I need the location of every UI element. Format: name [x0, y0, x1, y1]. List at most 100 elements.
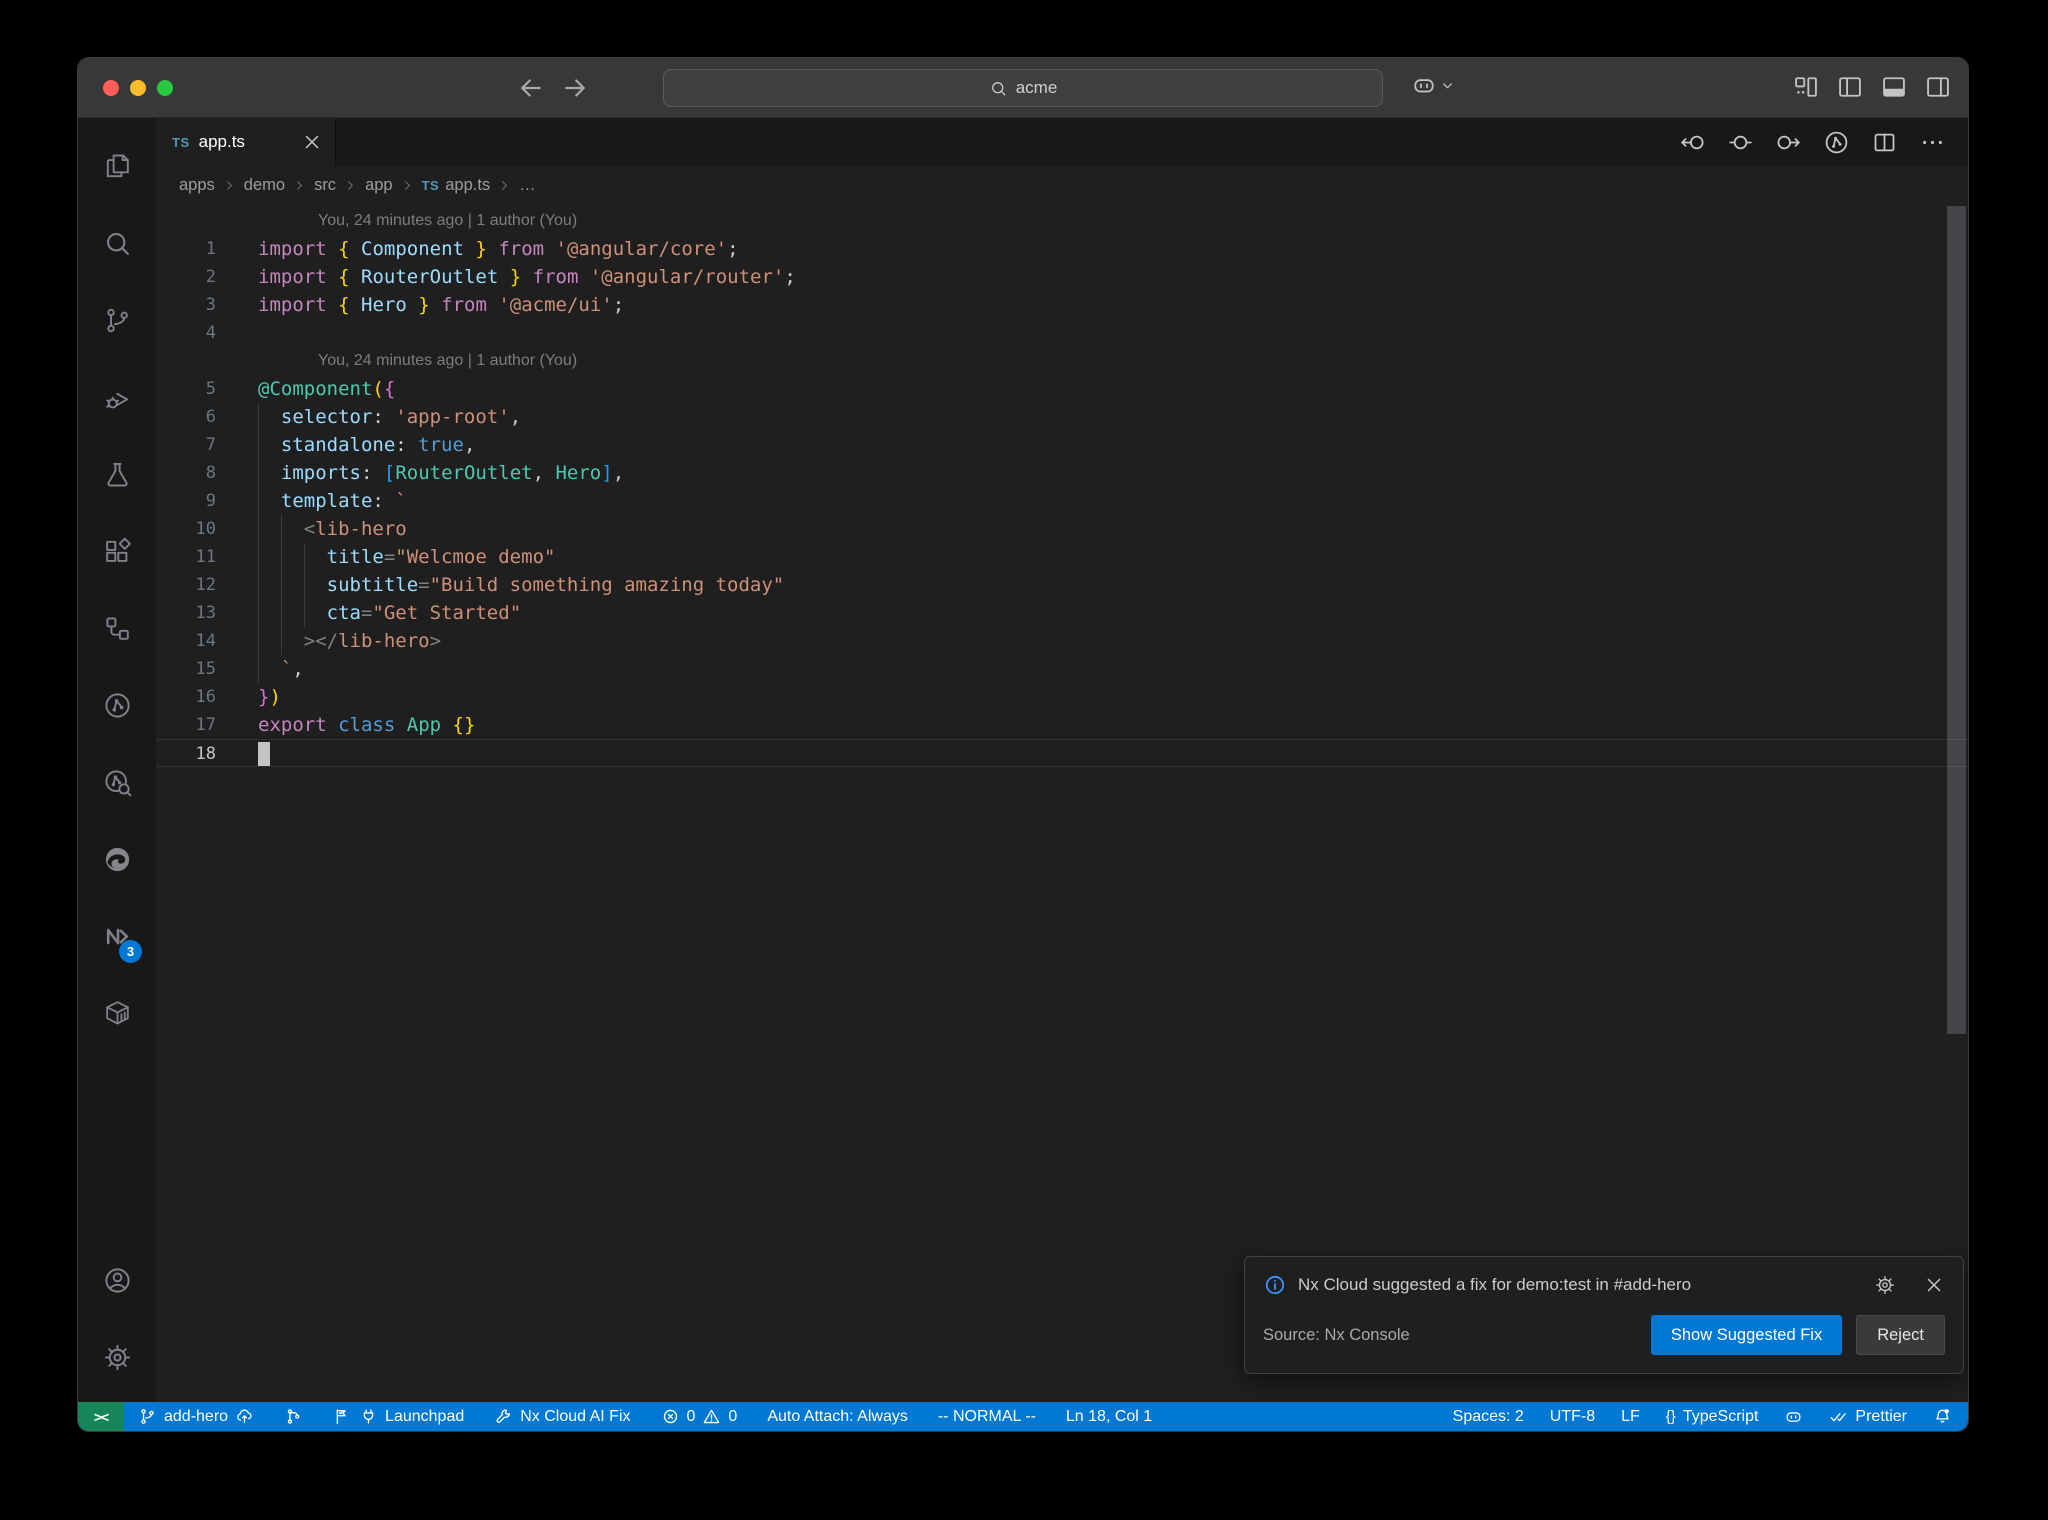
activity-accounts[interactable]: [78, 1242, 156, 1319]
activity-edge-browser[interactable]: [78, 821, 156, 898]
git-branch-icon: [138, 1407, 157, 1426]
status-branch[interactable]: add-hero: [138, 1407, 254, 1426]
chevron-down-icon: [1440, 78, 1455, 93]
status-launchpad[interactable]: Launchpad: [333, 1407, 464, 1426]
status-vim-mode[interactable]: -- NORMAL --: [938, 1408, 1036, 1426]
activity-settings[interactable]: [78, 1319, 156, 1396]
status-git-graph[interactable]: [284, 1407, 303, 1426]
activity-nx-graph-search[interactable]: [78, 744, 156, 821]
activity-run-debug[interactable]: [78, 359, 156, 436]
code-line[interactable]: 4: [156, 319, 1968, 347]
toggle-secondary-sidebar-icon[interactable]: [1924, 73, 1952, 101]
zoom-window-button[interactable]: [157, 80, 173, 96]
close-tab-button[interactable]: [301, 131, 323, 153]
token: 'app-root': [395, 406, 510, 428]
breadcrumb-item-app[interactable]: app: [365, 176, 393, 195]
editor-group: TS app.ts apps demo src app TS app.ts … You, 2…: [156, 118, 1968, 1402]
remote-indicator[interactable]: ><: [78, 1402, 124, 1431]
token: import: [258, 238, 327, 260]
history-forward-button[interactable]: [560, 73, 590, 103]
nav-back-circle-icon[interactable]: [1679, 129, 1706, 156]
status-nx-cloud-ai-fix[interactable]: Nx Cloud AI Fix: [494, 1407, 631, 1426]
activity-search[interactable]: [78, 205, 156, 282]
activity-nx-graph[interactable]: [78, 667, 156, 744]
activity-containers[interactable]: [78, 975, 156, 1052]
status-prettier[interactable]: Prettier: [1829, 1407, 1907, 1426]
activity-explorer[interactable]: [78, 128, 156, 205]
reject-button[interactable]: Reject: [1856, 1315, 1945, 1355]
activity-extensions[interactable]: [78, 513, 156, 590]
account-menu[interactable]: [1411, 72, 1455, 98]
activity-source-control[interactable]: [78, 282, 156, 359]
token: @Component: [258, 378, 373, 400]
status-copilot[interactable]: [1784, 1407, 1803, 1426]
status-encoding[interactable]: UTF-8: [1550, 1408, 1595, 1426]
breadcrumb-item-demo[interactable]: demo: [244, 176, 285, 195]
code-line[interactable]: 7 standalone: true,: [156, 431, 1968, 459]
breadcrumb-item-appts[interactable]: TS app.ts: [422, 176, 491, 195]
token: <: [303, 518, 316, 540]
code-line[interactable]: 16}): [156, 683, 1968, 711]
code-text: title="Welcmoe demo": [258, 543, 556, 571]
status-eol[interactable]: LF: [1621, 1408, 1640, 1426]
code-editor[interactable]: You, 24 minutes ago | 1 author (You) 1 imp…: [156, 204, 1968, 1402]
token: RouterOutlet: [361, 266, 499, 288]
show-suggested-fix-button[interactable]: Show Suggested Fix: [1650, 1315, 1843, 1355]
status-problems[interactable]: 00: [661, 1407, 737, 1426]
code-line[interactable]: 15 `,: [156, 655, 1968, 683]
code-line[interactable]: 2 import { RouterOutlet } from '@angular/…: [156, 263, 1968, 291]
activity-project-flow[interactable]: [78, 590, 156, 667]
breadcrumb-label: …: [519, 175, 536, 194]
breadcrumb-item-src[interactable]: src: [314, 176, 336, 195]
token: :: [395, 434, 419, 456]
toggle-sidebar-icon[interactable]: [1836, 73, 1864, 101]
code-line[interactable]: 9 template: `: [156, 487, 1968, 515]
tab-app-ts[interactable]: TS app.ts: [156, 118, 336, 166]
code-line[interactable]: 18: [156, 739, 1968, 767]
toggle-panel-icon[interactable]: [1880, 73, 1908, 101]
code-line[interactable]: 6 selector: 'app-root',: [156, 403, 1968, 431]
status-language[interactable]: {} TypeScript: [1666, 1408, 1759, 1426]
token: "Build something amazing today": [429, 574, 785, 596]
status-label: LF: [1621, 1407, 1640, 1425]
breadcrumb-item-apps[interactable]: apps: [179, 176, 215, 195]
activity-nx-console[interactable]: 3: [78, 898, 156, 975]
token: from: [441, 294, 487, 316]
status-auto-attach[interactable]: Auto Attach: Always: [767, 1408, 908, 1426]
gear-icon[interactable]: [1874, 1274, 1896, 1296]
customize-layout-icon[interactable]: [1792, 73, 1820, 101]
code-text: ></lib-hero>: [258, 627, 441, 655]
code-text: import { RouterOutlet } from '@angular/r…: [258, 263, 796, 291]
close-window-button[interactable]: [103, 80, 119, 96]
graph-circle-icon[interactable]: [1823, 129, 1850, 156]
code-line[interactable]: 13 cta="Get Started": [156, 599, 1968, 627]
history-back-button[interactable]: [516, 73, 546, 103]
code-line[interactable]: 1 import { Component } from '@angular/cor…: [156, 235, 1968, 263]
circle-node-icon[interactable]: [1727, 129, 1754, 156]
code-line[interactable]: 14 ></lib-hero>: [156, 627, 1968, 655]
command-center-search[interactable]: acme: [663, 69, 1383, 107]
code-line[interactable]: 8 imports: [RouterOutlet, Hero],: [156, 459, 1968, 487]
token: `: [280, 658, 293, 680]
close-icon[interactable]: [1923, 1274, 1945, 1296]
activity-testing[interactable]: [78, 436, 156, 513]
status-cursor-position[interactable]: Ln 18, Col 1: [1066, 1408, 1152, 1426]
breadcrumb-item-[interactable]: …: [519, 176, 536, 195]
code-line[interactable]: 12 subtitle="Build something amazing tod…: [156, 571, 1968, 599]
code-line[interactable]: 3 import { Hero } from '@acme/ui';: [156, 291, 1968, 319]
token: ;: [784, 266, 796, 288]
code-line[interactable]: 17 export class App {}: [156, 711, 1968, 739]
status-notifications[interactable]: [1933, 1407, 1952, 1426]
status-label: TypeScript: [1682, 1407, 1759, 1425]
nav-forward-circle-icon[interactable]: [1775, 129, 1802, 156]
more-actions-icon[interactable]: [1919, 129, 1946, 156]
code-line[interactable]: 11 title="Welcmoe demo": [156, 543, 1968, 571]
minimize-window-button[interactable]: [130, 80, 146, 96]
code-line[interactable]: 5 @Component({: [156, 375, 1968, 403]
status-indentation[interactable]: Spaces: 2: [1453, 1408, 1524, 1426]
status-right: Spaces: 2 UTF-8 LF {} TypeScript Prettier: [1439, 1402, 1968, 1431]
split-editor-icon[interactable]: [1871, 129, 1898, 156]
status-label: 0: [686, 1407, 696, 1425]
code-line[interactable]: 10 <lib-hero: [156, 515, 1968, 543]
